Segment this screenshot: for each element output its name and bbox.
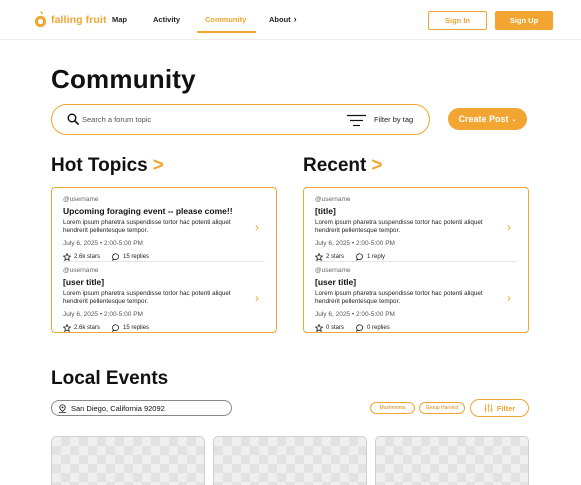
search-input[interactable]: Search a forum topic bbox=[82, 115, 151, 124]
chevron-right-icon: › bbox=[293, 14, 297, 24]
nav-link-about-label: About bbox=[269, 15, 291, 24]
event-card[interactable] bbox=[51, 436, 205, 485]
page-title: Community bbox=[51, 64, 196, 94]
comment-icon[interactable] bbox=[356, 324, 364, 332]
recent-card: @username [title] Lorem ipsum pharetra s… bbox=[303, 187, 529, 333]
recent-title: Recent bbox=[303, 155, 367, 176]
post-meta: 2 stars 1 reply bbox=[315, 253, 517, 261]
events-filter-button[interactable]: Filter bbox=[470, 399, 529, 417]
post-replies: 15 replies bbox=[123, 325, 150, 331]
chevron-right-icon[interactable]: › bbox=[255, 291, 263, 305]
location-pin-icon bbox=[58, 403, 67, 413]
chevron-down-icon: ⌄ bbox=[511, 116, 517, 123]
post-date: July 6, 2025 • 2:00-5:00 PM bbox=[63, 240, 143, 247]
local-events-heading: Local Events bbox=[51, 368, 169, 389]
chevron-right-icon[interactable]: › bbox=[255, 220, 263, 234]
event-card[interactable] bbox=[213, 436, 367, 485]
post-replies: 15 replies bbox=[123, 254, 150, 260]
post-item[interactable]: @username [user title] Lorem ipsum phare… bbox=[315, 267, 517, 332]
brand-name: falling fruit bbox=[51, 13, 107, 26]
event-card[interactable] bbox=[375, 436, 529, 485]
post-username[interactable]: @username bbox=[63, 267, 265, 274]
filter-lines-icon[interactable] bbox=[347, 114, 366, 127]
chevron-right-icon[interactable]: › bbox=[507, 220, 515, 234]
star-icon[interactable] bbox=[63, 253, 71, 261]
sign-in-button[interactable]: Sign In bbox=[428, 11, 487, 30]
chevron-right-icon: > bbox=[371, 155, 383, 176]
post-replies: 0 replies bbox=[367, 325, 390, 331]
post-date: July 6, 2025 • 2:00-5:00 PM bbox=[63, 311, 143, 318]
search-icon bbox=[67, 113, 79, 125]
post-body: Lorem ipsum pharetra suspendisse tortor … bbox=[63, 290, 231, 305]
tag-chip-group-harvest[interactable]: Group Harvest bbox=[419, 402, 465, 414]
post-replies: 1 reply bbox=[367, 254, 386, 260]
divider bbox=[63, 261, 265, 262]
star-icon[interactable] bbox=[315, 253, 323, 261]
sliders-icon bbox=[484, 404, 493, 412]
post-title[interactable]: Upcoming foraging event -- please come!! bbox=[63, 206, 265, 216]
forum-search-bar[interactable]: Search a forum topic Filter by tag bbox=[51, 104, 430, 135]
post-body: Lorem ipsum pharetra suspendisse tortor … bbox=[63, 219, 231, 234]
comment-icon[interactable] bbox=[356, 253, 364, 261]
location-input[interactable]: San Diego, California 92092 bbox=[51, 400, 232, 416]
logo[interactable]: falling fruit bbox=[34, 11, 107, 28]
post-body: Lorem ipsum pharetra suspendisse tortor … bbox=[315, 219, 483, 234]
location-text: San Diego, California 92092 bbox=[71, 403, 165, 413]
nav-link-activity[interactable]: Activity bbox=[153, 15, 180, 24]
post-meta: 2.6k stars 15 replies bbox=[63, 253, 265, 261]
post-username[interactable]: @username bbox=[315, 196, 517, 203]
post-username[interactable]: @username bbox=[63, 196, 265, 203]
hot-topics-heading[interactable]: Hot Topics > bbox=[51, 155, 164, 177]
top-nav: falling fruit Map Activity Community Abo… bbox=[0, 0, 581, 40]
active-nav-underline bbox=[197, 31, 256, 33]
hot-topics-card: @username Upcoming foraging event -- ple… bbox=[51, 187, 277, 333]
post-meta: 2.6k stars 15 replies bbox=[63, 324, 265, 332]
events-filter-label: Filter bbox=[496, 403, 516, 413]
post-stars: 2 stars bbox=[326, 254, 345, 260]
tag-chip-mushrooms[interactable]: Mushrooms bbox=[370, 402, 415, 414]
comment-icon[interactable] bbox=[112, 324, 120, 332]
post-meta: 0 stars 0 replies bbox=[315, 324, 517, 332]
nav-link-map[interactable]: Map bbox=[112, 15, 127, 24]
comment-icon[interactable] bbox=[112, 253, 120, 261]
post-item[interactable]: @username Upcoming foraging event -- ple… bbox=[63, 196, 265, 261]
divider bbox=[315, 261, 517, 262]
create-post-label: Create Post bbox=[458, 114, 509, 124]
post-stars: 2.6k stars bbox=[74, 325, 101, 331]
nav-link-community[interactable]: Community bbox=[205, 15, 246, 24]
post-title[interactable]: [title] bbox=[315, 206, 517, 216]
hot-topics-title: Hot Topics bbox=[51, 155, 148, 176]
post-title[interactable]: [user title] bbox=[315, 277, 517, 287]
fruit-logo-icon bbox=[34, 11, 47, 28]
post-item[interactable]: @username [title] Lorem ipsum pharetra s… bbox=[315, 196, 517, 261]
chevron-right-icon: > bbox=[152, 155, 164, 176]
post-date: July 6, 2025 • 2:00-5:00 PM bbox=[315, 311, 395, 318]
post-date: July 6, 2025 • 2:00-5:00 PM bbox=[315, 240, 395, 247]
filter-by-tag-button[interactable]: Filter by tag bbox=[374, 115, 413, 124]
star-icon[interactable] bbox=[63, 324, 71, 332]
create-post-button[interactable]: Create Post ⌄ bbox=[448, 108, 527, 130]
star-icon[interactable] bbox=[315, 324, 323, 332]
nav-link-about[interactable]: About › bbox=[269, 14, 297, 24]
post-item[interactable]: @username [user title] Lorem ipsum phare… bbox=[63, 267, 265, 332]
recent-heading[interactable]: Recent > bbox=[303, 155, 382, 177]
post-stars: 2.6k stars bbox=[74, 254, 101, 260]
post-body: Lorem ipsum pharetra suspendisse tortor … bbox=[315, 290, 483, 305]
chevron-right-icon[interactable]: › bbox=[507, 291, 515, 305]
post-title[interactable]: [user title] bbox=[63, 277, 265, 287]
post-username[interactable]: @username bbox=[315, 267, 517, 274]
sign-up-button[interactable]: Sign Up bbox=[495, 11, 553, 30]
post-stars: 0 stars bbox=[326, 325, 345, 331]
